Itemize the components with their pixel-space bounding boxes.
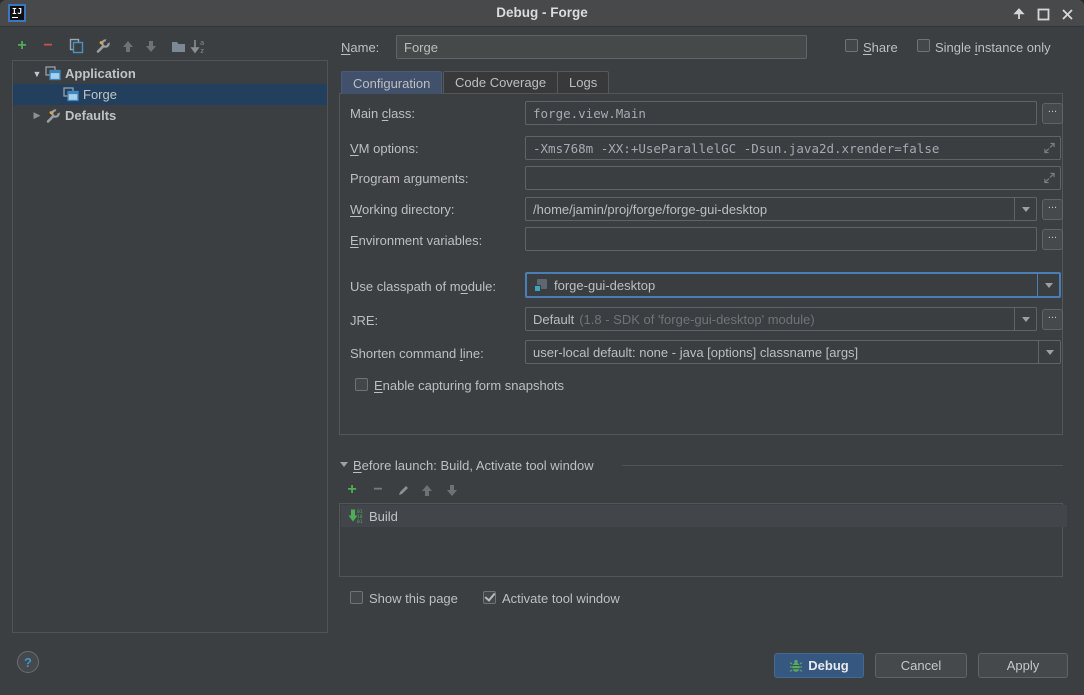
use-classpath-value: forge-gui-desktop xyxy=(554,278,655,293)
tab-logs[interactable]: Logs xyxy=(557,71,609,93)
main-class-label: Main class: xyxy=(350,106,415,122)
new-folder-icon[interactable] xyxy=(170,38,186,54)
shade-window-icon[interactable] xyxy=(1010,5,1028,23)
environment-variables-label: Environment variables: xyxy=(350,233,482,249)
application-icon xyxy=(63,87,79,102)
tab-code-coverage[interactable]: Code Coverage xyxy=(443,71,558,93)
chevron-expanded-icon[interactable]: ▼ xyxy=(31,69,43,79)
jre-combobox[interactable]: Default (1.8 - SDK of 'forge-gui-desktop… xyxy=(525,307,1037,331)
environment-variables-browse-button[interactable]: ... xyxy=(1042,229,1063,250)
show-this-page-checkbox[interactable] xyxy=(350,591,363,604)
collapse-section-icon[interactable] xyxy=(340,462,348,467)
application-icon xyxy=(45,66,61,81)
bug-icon xyxy=(789,659,803,673)
capture-snapshots-checkbox[interactable] xyxy=(355,378,368,391)
svg-text:01: 01 xyxy=(357,519,363,524)
maximize-icon[interactable] xyxy=(1034,5,1052,23)
jre-browse-button[interactable]: ... xyxy=(1042,309,1063,330)
program-arguments-label: Program arguments: xyxy=(350,171,469,187)
share-checkbox[interactable] xyxy=(845,39,858,52)
debug-button[interactable]: Debug xyxy=(774,653,864,678)
edit-defaults-icon[interactable] xyxy=(95,38,111,54)
shorten-command-line-label: Shorten command line: xyxy=(350,346,484,362)
vm-options-label: VM options: xyxy=(350,141,419,157)
tree-item-label: Application xyxy=(65,66,136,81)
titlebar[interactable]: IJ Debug - Forge xyxy=(0,0,1084,27)
main-class-field[interactable]: forge.view.Main xyxy=(525,101,1037,125)
name-label: Name: xyxy=(341,40,379,56)
chevron-down-icon[interactable] xyxy=(1037,274,1059,296)
activate-tool-window-label: Activate tool window xyxy=(502,591,620,607)
expand-field-icon[interactable] xyxy=(1044,173,1055,184)
capture-snapshots-label: Enable capturing form snapshots xyxy=(374,378,564,394)
cancel-button-label: Cancel xyxy=(901,658,941,673)
help-icon[interactable]: ? xyxy=(17,651,39,673)
tab-configuration[interactable]: Configuration xyxy=(341,71,442,94)
show-this-page-label: Show this page xyxy=(369,591,458,607)
before-launch-item-build[interactable]: 011001 Build xyxy=(341,505,1067,527)
chevron-down-icon[interactable] xyxy=(1038,341,1060,363)
main-class-browse-button[interactable]: ... xyxy=(1042,103,1063,124)
before-launch-list: 011001 Build xyxy=(339,503,1063,577)
move-up-icon[interactable] xyxy=(120,38,136,54)
working-directory-value: /home/jamin/proj/forge/forge-gui-desktop xyxy=(533,202,767,217)
shorten-command-line-value: user-local default: none - java [options… xyxy=(533,345,858,360)
single-instance-checkbox[interactable] xyxy=(917,39,930,52)
shorten-command-line-combobox[interactable]: user-local default: none - java [options… xyxy=(525,340,1061,364)
sort-alphabetically-icon[interactable]: az xyxy=(190,38,206,54)
before-launch-item-label: Build xyxy=(369,509,398,524)
edit-icon[interactable] xyxy=(395,482,411,498)
remove-icon[interactable]: − xyxy=(40,38,56,54)
apply-button-label: Apply xyxy=(1007,658,1040,673)
name-value: Forge xyxy=(404,40,438,55)
run-debug-configurations-dialog: IJ Debug - Forge + − az ▼ xyxy=(0,0,1084,695)
jre-hint: (1.8 - SDK of 'forge-gui-desktop' module… xyxy=(579,312,814,327)
module-icon xyxy=(534,278,548,292)
chevron-down-icon[interactable] xyxy=(1014,308,1036,330)
svg-text:z: z xyxy=(200,47,204,54)
activate-tool-window-checkbox[interactable] xyxy=(483,591,496,604)
section-rule xyxy=(622,465,1063,466)
before-launch-title: Before launch: Build, Activate tool wind… xyxy=(353,458,594,474)
move-up-icon[interactable] xyxy=(419,482,435,498)
move-down-icon[interactable] xyxy=(143,38,159,54)
window-title: Debug - Forge xyxy=(0,0,1084,27)
copy-icon[interactable] xyxy=(68,38,84,54)
build-icon: 011001 xyxy=(347,508,363,524)
chevron-collapsed-icon[interactable]: ▶ xyxy=(31,110,43,121)
tree-item-label: Defaults xyxy=(65,108,116,123)
tree-item-forge[interactable]: Forge xyxy=(13,84,327,105)
remove-icon[interactable]: − xyxy=(370,482,386,498)
tree-item-label: Forge xyxy=(83,87,117,102)
chevron-down-icon[interactable] xyxy=(1014,198,1036,220)
working-directory-browse-button[interactable]: ... xyxy=(1042,199,1063,220)
working-directory-combobox[interactable]: /home/jamin/proj/forge/forge-gui-desktop xyxy=(525,197,1037,221)
tree-item-application[interactable]: ▼ Application xyxy=(13,63,327,84)
use-classpath-combobox[interactable]: forge-gui-desktop xyxy=(525,272,1061,298)
jre-label: JRE: xyxy=(350,313,378,329)
debug-button-label: Debug xyxy=(808,658,848,673)
svg-text:a: a xyxy=(200,39,204,47)
working-directory-label: Working directory: xyxy=(350,202,455,218)
single-instance-label: Single instance only xyxy=(935,40,1051,56)
configurations-tree: ▼ Application Forge ▶ Defaults xyxy=(12,60,328,633)
main-class-value: forge.view.Main xyxy=(533,106,646,121)
share-label: Share xyxy=(863,40,898,56)
environment-variables-field[interactable] xyxy=(525,227,1037,251)
tree-item-defaults[interactable]: ▶ Defaults xyxy=(13,105,327,126)
cancel-button[interactable]: Cancel xyxy=(875,653,967,678)
close-icon[interactable] xyxy=(1058,5,1076,23)
vm-options-value: -Xms768m -XX:+UseParallelGC -Dsun.java2d… xyxy=(533,141,939,156)
name-input[interactable]: Forge xyxy=(396,35,807,59)
add-icon[interactable]: + xyxy=(344,482,360,498)
jre-value: Default xyxy=(533,312,574,327)
defaults-wrench-icon xyxy=(45,108,61,124)
vm-options-field[interactable]: -Xms768m -XX:+UseParallelGC -Dsun.java2d… xyxy=(525,136,1061,160)
apply-button[interactable]: Apply xyxy=(978,653,1068,678)
program-arguments-field[interactable] xyxy=(525,166,1061,190)
expand-field-icon[interactable] xyxy=(1044,143,1055,154)
add-icon[interactable]: + xyxy=(14,38,30,54)
use-classpath-label: Use classpath of module: xyxy=(350,279,496,295)
move-down-icon[interactable] xyxy=(444,482,460,498)
